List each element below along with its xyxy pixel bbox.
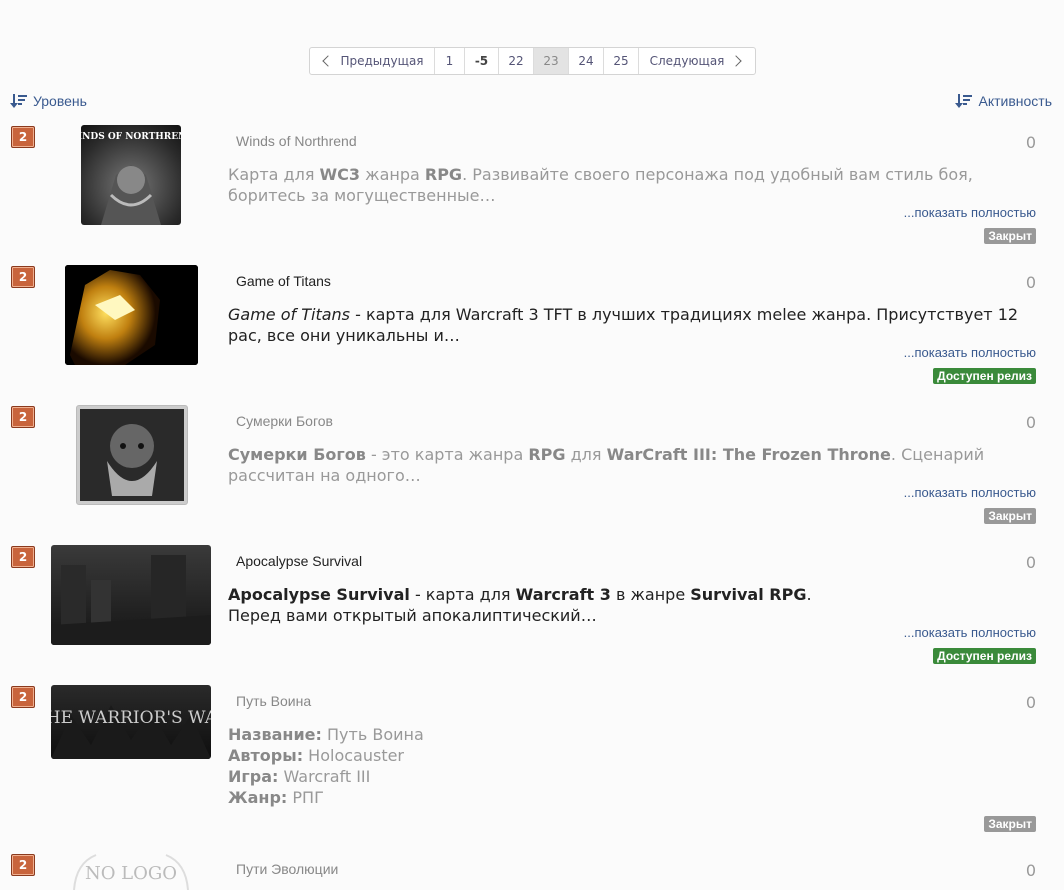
next-page-label: Следующая [649,54,725,68]
map-thumbnail[interactable] [65,265,198,365]
next-page-button[interactable]: Следующая [639,48,755,74]
map-thumbnail[interactable]: WINDS OF NORTHREND [81,125,181,225]
prev-page-button[interactable]: Предыдущая [310,48,435,74]
map-thumbnail[interactable]: NO LOGO [66,853,196,890]
item-title[interactable]: Winds of Northrend [236,133,357,149]
item-description: Название: Путь Воина Авторы: Holocauster… [228,725,424,807]
page-24-button[interactable]: 24 [569,48,604,74]
chevron-right-icon [730,55,743,67]
level-badge: 2 [11,126,35,148]
sort-level-label: Уровень [33,93,87,109]
thumbnail-logo-text: WINDS OF NORTHREND [81,132,181,142]
level-badge: 2 [11,546,35,568]
activity-count: 0 [1025,133,1036,152]
sort-desc-icon [955,94,974,108]
thumbnail-art [51,555,211,645]
show-more-link[interactable]: ...показать полностью [904,625,1036,640]
item-title[interactable]: Game of Titans [236,273,331,289]
activity-count: 0 [1025,413,1036,432]
status-badge: Закрыт [984,508,1036,524]
level-badge: 2 [11,406,35,428]
thumbnail-logo-text: NO LOGO [85,863,177,884]
map-thumbnail[interactable] [76,405,188,505]
activity-count: 0 [1025,693,1036,712]
activity-count: 0 [1025,553,1036,572]
thumbnail-logo-text: THE WARRIOR'S WAY [51,708,211,728]
item-description: Apocalypse Survival - карта для Warcraft… [228,585,812,625]
show-more-link[interactable]: ...показать полностью [904,345,1036,360]
item-description: Сумерки Богов - это карта жанра RPG для … [228,445,985,485]
map-thumbnail[interactable]: THE WARRIOR'S WAY [51,685,211,759]
sort-activity-label: Активность [978,93,1052,109]
status-badge: Закрыт [984,228,1036,244]
thumbnail-art: THE WARRIOR'S WAY [51,705,211,759]
thumbnail-art: WINDS OF NORTHREND [81,132,181,225]
thumbnail-art: NO LOGO [73,854,189,890]
activity-count: 0 [1025,273,1036,292]
sort-by-activity-link[interactable]: Активность [955,93,1052,109]
back-5-pages-button[interactable]: -5 [465,48,499,74]
page-1-button[interactable]: 1 [435,48,465,74]
pagination: Предыдущая 1 -5 22 23 24 25 Следующая [309,47,756,75]
page-23-current: 23 [534,48,569,74]
page-22-button[interactable]: 22 [499,48,534,74]
status-badge: Доступен релиз [933,648,1036,664]
item-title[interactable]: Сумерки Богов [236,413,333,429]
level-badge: 2 [11,686,35,708]
status-badge: Закрыт [984,816,1036,832]
chevron-left-icon [322,55,335,67]
item-description: Game of Titans - карта для Warcraft 3 TF… [228,305,1019,345]
sort-by-level-link[interactable]: Уровень [10,93,87,109]
thumbnail-art [80,409,184,501]
status-badge: Доступен релиз [933,368,1036,384]
map-thumbnail[interactable] [51,545,211,645]
prev-page-label: Предыдущая [340,54,424,68]
thumbnail-art [65,265,198,365]
item-title[interactable]: Apocalypse Survival [236,553,362,569]
level-badge: 2 [11,266,35,288]
show-more-link[interactable]: ...показать полностью [904,485,1036,500]
page-25-button[interactable]: 25 [604,48,639,74]
item-title[interactable]: Пути Эволюции [236,861,338,877]
sort-desc-icon [10,94,29,108]
item-description: Карта для WC3 жанра RPG. Развивайте свое… [228,165,973,205]
activity-count: 0 [1025,861,1036,880]
item-title[interactable]: Путь Воина [236,693,311,709]
level-badge: 2 [11,854,35,876]
show-more-link[interactable]: ...показать полностью [904,205,1036,220]
